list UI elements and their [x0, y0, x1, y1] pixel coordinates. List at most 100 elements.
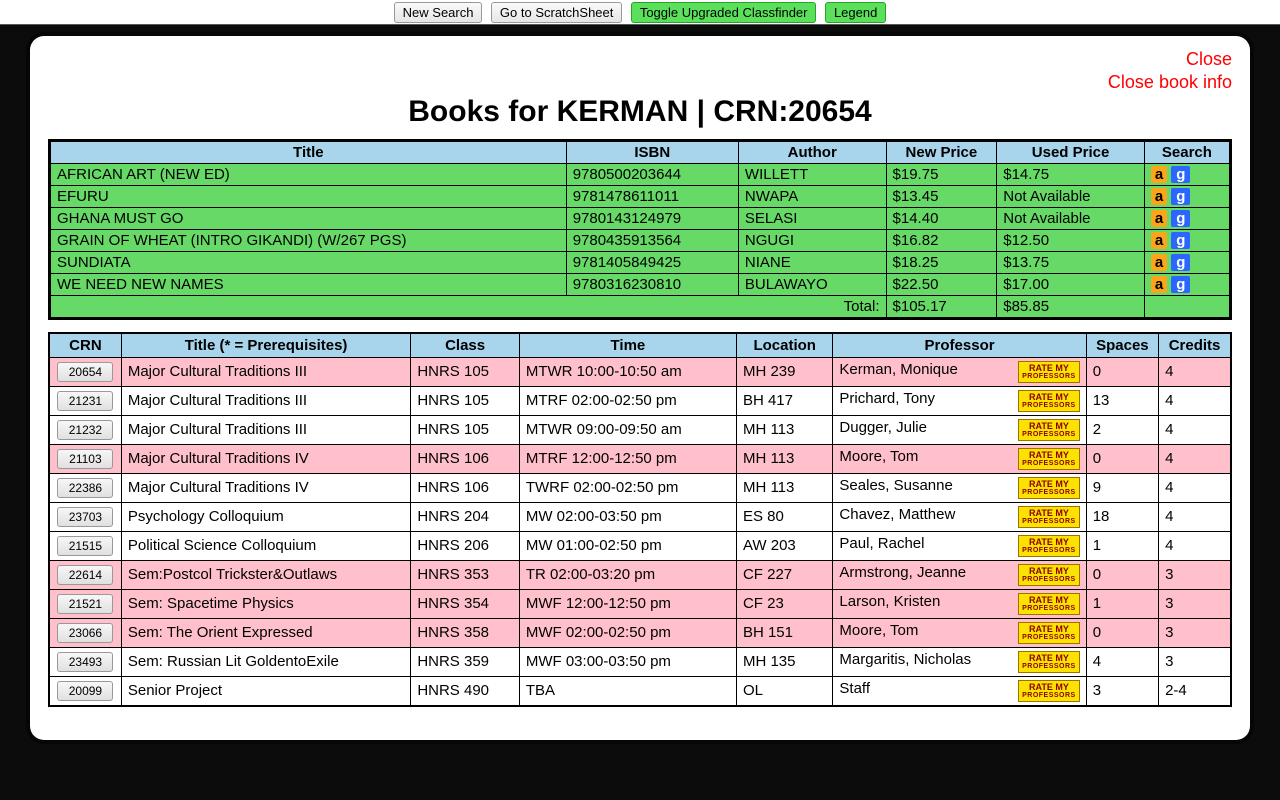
rate-my-professors-icon[interactable]: RATE MYPROFESSORS: [1018, 680, 1080, 702]
class-credits: 4: [1159, 415, 1231, 444]
class-code: HNRS 359: [411, 647, 520, 676]
class-credits: 2-4: [1159, 676, 1231, 706]
class-code: HNRS 490: [411, 676, 520, 706]
book-used-price: $12.50: [997, 229, 1145, 251]
crn-button[interactable]: 22614: [57, 565, 113, 585]
rate-my-professors-icon[interactable]: RATE MYPROFESSORS: [1018, 390, 1080, 412]
crn-button[interactable]: 21515: [57, 536, 113, 556]
col-used-price: Used Price: [997, 140, 1145, 163]
book-author: BULAWAYO: [738, 273, 886, 295]
rate-my-professors-icon[interactable]: RATE MYPROFESSORS: [1018, 593, 1080, 615]
rate-my-professors-icon[interactable]: RATE MYPROFESSORS: [1018, 535, 1080, 557]
class-code: HNRS 353: [411, 560, 520, 589]
class-location: OL: [736, 676, 832, 706]
col-location: Location: [736, 333, 832, 358]
google-icon[interactable]: g: [1171, 232, 1190, 249]
google-icon[interactable]: g: [1171, 188, 1190, 205]
rate-my-professors-icon[interactable]: RATE MYPROFESSORS: [1018, 448, 1080, 470]
class-code: HNRS 358: [411, 618, 520, 647]
crn-button[interactable]: 22386: [57, 478, 113, 498]
legend-button[interactable]: Legend: [825, 2, 886, 23]
rate-my-professors-icon[interactable]: RATE MYPROFESSORS: [1018, 564, 1080, 586]
class-code: HNRS 106: [411, 444, 520, 473]
google-icon[interactable]: g: [1171, 254, 1190, 271]
crn-button[interactable]: 20099: [57, 681, 113, 701]
crn-button[interactable]: 20654: [57, 362, 113, 382]
class-time: MW 02:00-03:50 pm: [519, 502, 736, 531]
class-location: BH 417: [736, 386, 832, 415]
class-row: 21103Major Cultural Traditions IVHNRS 10…: [49, 444, 1231, 473]
book-new-price: $22.50: [886, 273, 997, 295]
total-label: Total:: [50, 295, 887, 318]
book-search-cell: ag: [1144, 185, 1230, 207]
new-search-button[interactable]: New Search: [394, 2, 483, 23]
class-spaces: 2: [1086, 415, 1158, 444]
class-location: ES 80: [736, 502, 832, 531]
total-used: $85.85: [997, 295, 1145, 318]
amazon-icon[interactable]: a: [1151, 166, 1167, 183]
class-professor: Seales, SusanneRATE MYPROFESSORS: [833, 473, 1086, 502]
class-credits: 4: [1159, 444, 1231, 473]
crn-cell: 22614: [49, 560, 121, 589]
class-professor: Paul, RachelRATE MYPROFESSORS: [833, 531, 1086, 560]
rate-my-professors-icon[interactable]: RATE MYPROFESSORS: [1018, 419, 1080, 441]
amazon-icon[interactable]: a: [1151, 254, 1167, 271]
crn-button[interactable]: 21231: [57, 391, 113, 411]
crn-button[interactable]: 23066: [57, 623, 113, 643]
modal-title: Books for KERMAN | CRN:20654: [48, 95, 1232, 129]
col-isbn: ISBN: [566, 140, 738, 163]
col-credits: Credits: [1159, 333, 1231, 358]
book-author: NIANE: [738, 251, 886, 273]
class-credits: 3: [1159, 560, 1231, 589]
class-professor: Kerman, MoniqueRATE MYPROFESSORS: [833, 357, 1086, 386]
amazon-icon[interactable]: a: [1151, 276, 1167, 293]
class-location: CF 23: [736, 589, 832, 618]
book-new-price: $13.45: [886, 185, 997, 207]
toggle-upgraded-classfinder-button[interactable]: Toggle Upgraded Classfinder: [631, 2, 817, 23]
class-row: 20099Senior ProjectHNRS 490TBAOLStaffRAT…: [49, 676, 1231, 706]
rate-my-professors-icon[interactable]: RATE MYPROFESSORS: [1018, 361, 1080, 383]
class-time: TR 02:00-03:20 pm: [519, 560, 736, 589]
total-new: $105.17: [886, 295, 997, 318]
google-icon[interactable]: g: [1171, 210, 1190, 227]
crn-cell: 21515: [49, 531, 121, 560]
class-credits: 3: [1159, 647, 1231, 676]
top-toolbar: New Search Go to ScratchSheet Toggle Upg…: [0, 0, 1280, 27]
crn-cell: 23493: [49, 647, 121, 676]
amazon-icon[interactable]: a: [1151, 210, 1167, 227]
col-crn: CRN: [49, 333, 121, 358]
class-time: TBA: [519, 676, 736, 706]
rate-my-professors-icon[interactable]: RATE MYPROFESSORS: [1018, 477, 1080, 499]
book-isbn: 9780435913564: [566, 229, 738, 251]
class-spaces: 0: [1086, 618, 1158, 647]
crn-button[interactable]: 21103: [57, 449, 113, 469]
close-modal-link[interactable]: Close: [1186, 49, 1232, 69]
class-credits: 4: [1159, 386, 1231, 415]
class-title: Major Cultural Traditions III: [121, 386, 410, 415]
crn-button[interactable]: 23493: [57, 652, 113, 672]
book-title: EFURU: [50, 185, 567, 207]
book-search-cell: ag: [1144, 251, 1230, 273]
google-icon[interactable]: g: [1171, 276, 1190, 293]
class-code: HNRS 105: [411, 386, 520, 415]
crn-button[interactable]: 21232: [57, 420, 113, 440]
book-row: SUNDIATA9781405849425NIANE$18.25$13.75ag: [50, 251, 1231, 273]
class-location: BH 151: [736, 618, 832, 647]
close-book-info-link[interactable]: Close book info: [1108, 72, 1232, 92]
rate-my-professors-icon[interactable]: RATE MYPROFESSORS: [1018, 622, 1080, 644]
crn-button[interactable]: 21521: [57, 594, 113, 614]
class-row: 21515Political Science ColloquiumHNRS 20…: [49, 531, 1231, 560]
book-author: NWAPA: [738, 185, 886, 207]
rate-my-professors-icon[interactable]: RATE MYPROFESSORS: [1018, 506, 1080, 528]
class-title: Senior Project: [121, 676, 410, 706]
rate-my-professors-icon[interactable]: RATE MYPROFESSORS: [1018, 651, 1080, 673]
crn-cell: 20654: [49, 357, 121, 386]
crn-cell: 21231: [49, 386, 121, 415]
book-used-price: $17.00: [997, 273, 1145, 295]
amazon-icon[interactable]: a: [1151, 232, 1167, 249]
go-to-scratchsheet-button[interactable]: Go to ScratchSheet: [491, 2, 622, 23]
crn-button[interactable]: 23703: [57, 507, 113, 527]
amazon-icon[interactable]: a: [1151, 188, 1167, 205]
google-icon[interactable]: g: [1171, 166, 1190, 183]
class-code: HNRS 105: [411, 357, 520, 386]
